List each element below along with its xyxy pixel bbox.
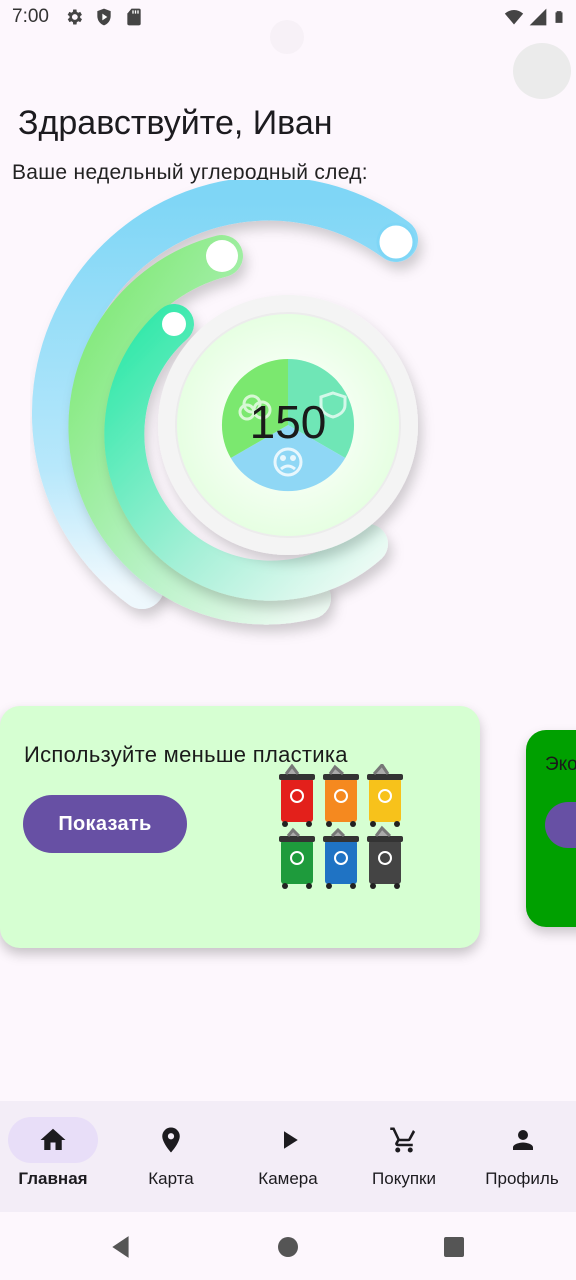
home-icon — [40, 1128, 66, 1150]
cart-icon — [390, 1127, 416, 1153]
tip-card-plastic[interactable]: Используйте меньше пластика Показать — [0, 706, 480, 948]
nav-label-map: Карта — [148, 1169, 194, 1188]
nav-item-map[interactable]: Карта — [117, 1101, 223, 1212]
play-icon — [284, 1131, 298, 1149]
recycle-bins-illustration — [279, 764, 403, 889]
back-icon[interactable] — [108, 1234, 134, 1260]
nav-item-profile[interactable]: Профиль — [468, 1101, 576, 1212]
recents-icon[interactable] — [442, 1235, 466, 1259]
nav-item-home[interactable]: Главная — [0, 1101, 106, 1212]
tip-card-eco[interactable]: Эко — [526, 730, 576, 927]
arc-green-knob — [206, 240, 238, 272]
shield-play-icon — [97, 8, 111, 26]
nav-label-camera: Камера — [258, 1169, 318, 1188]
bottom-navigation: Главная Карта Камера Покупки Профиль — [0, 1101, 576, 1212]
tip-card-eco-button[interactable] — [545, 802, 576, 848]
arc-blue-knob — [376, 222, 416, 262]
show-button[interactable]: Показать — [23, 795, 187, 853]
wifi-icon — [504, 10, 524, 25]
avatar[interactable] — [513, 43, 571, 99]
tip-card-eco-title: Эко — [545, 754, 576, 775]
footprint-value: 150 — [249, 396, 327, 448]
nav-label-home: Главная — [18, 1169, 88, 1188]
system-navigation-bar — [0, 1212, 576, 1280]
greeting-title: Здравствуйте, Иван — [18, 104, 333, 142]
nav-label-profile: Профиль — [485, 1169, 559, 1188]
nav-label-shopping: Покупки — [372, 1169, 436, 1188]
signal-icon — [529, 8, 547, 26]
nav-item-shopping[interactable]: Покупки — [351, 1101, 457, 1212]
nav-item-camera[interactable]: Камера — [234, 1101, 340, 1212]
arc-teal-knob — [162, 312, 186, 336]
settings-icon — [67, 9, 82, 25]
camera-cutout — [270, 20, 304, 54]
status-time: 7:00 — [12, 6, 49, 27]
map-pin-icon — [162, 1127, 180, 1153]
sd-card-icon — [127, 8, 141, 26]
home-circle-icon[interactable] — [276, 1235, 300, 1259]
person-icon — [513, 1130, 533, 1150]
battery-icon — [555, 11, 563, 23]
